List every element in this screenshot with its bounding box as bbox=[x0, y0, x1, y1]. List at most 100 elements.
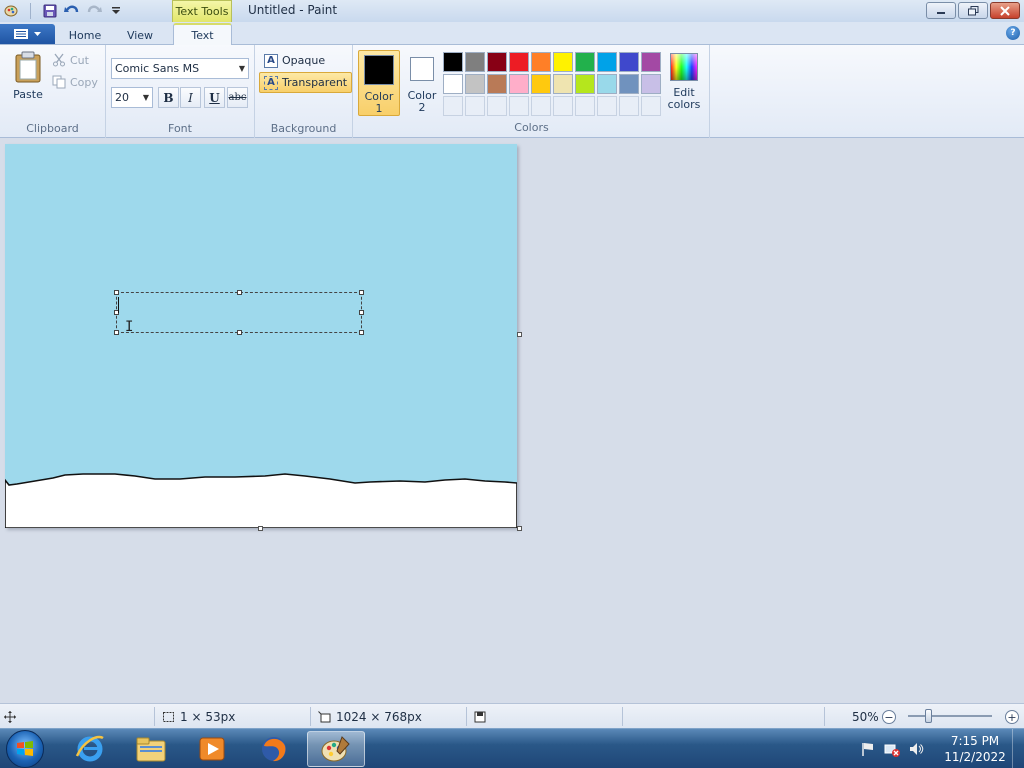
color1-button[interactable]: Color 1 bbox=[358, 50, 400, 116]
custom-color-slot[interactable] bbox=[465, 96, 485, 116]
palette-swatch[interactable] bbox=[487, 52, 507, 72]
palette-swatch[interactable] bbox=[509, 74, 529, 94]
palette-swatch[interactable] bbox=[597, 52, 617, 72]
custom-color-slot[interactable] bbox=[443, 96, 463, 116]
resize-handle-nw[interactable] bbox=[114, 290, 119, 295]
network-disconnected-icon[interactable] bbox=[884, 741, 900, 757]
palette-swatch[interactable] bbox=[531, 74, 551, 94]
undo-icon[interactable] bbox=[63, 2, 81, 20]
cut-button[interactable]: Cut bbox=[52, 53, 89, 67]
qat-divider bbox=[30, 3, 31, 19]
palette-swatch[interactable] bbox=[443, 52, 463, 72]
tab-home[interactable]: Home bbox=[62, 26, 108, 45]
file-explorer-icon bbox=[136, 737, 166, 762]
zoom-slider-track[interactable] bbox=[908, 715, 992, 717]
custom-color-slot[interactable] bbox=[553, 96, 573, 116]
text-input-box[interactable] bbox=[114, 290, 364, 335]
help-icon[interactable]: ? bbox=[1006, 26, 1020, 40]
palette-swatch[interactable] bbox=[465, 74, 485, 94]
palette-swatch[interactable] bbox=[597, 74, 617, 94]
redo-icon[interactable] bbox=[85, 2, 103, 20]
customize-qat-icon[interactable] bbox=[107, 2, 125, 20]
taskbar-file-explorer[interactable] bbox=[122, 731, 180, 767]
paste-button[interactable]: Paste bbox=[8, 51, 48, 109]
edit-colors-button[interactable]: Edit colors bbox=[664, 50, 704, 116]
close-button[interactable] bbox=[990, 2, 1020, 19]
action-center-flag-icon[interactable] bbox=[860, 741, 876, 757]
custom-color-slot[interactable] bbox=[531, 96, 551, 116]
transparent-label: Transparent bbox=[282, 76, 348, 89]
palette-swatch[interactable] bbox=[531, 52, 551, 72]
volume-icon[interactable] bbox=[908, 741, 924, 757]
strikethrough-button[interactable]: abc bbox=[227, 87, 248, 108]
tab-text[interactable]: Text bbox=[173, 23, 232, 46]
palette-swatch[interactable] bbox=[443, 74, 463, 94]
title-bar: Text Tools Untitled - Paint bbox=[0, 0, 1024, 22]
palette-swatch[interactable] bbox=[553, 52, 573, 72]
resize-handle-se[interactable] bbox=[359, 330, 364, 335]
minimize-button[interactable] bbox=[926, 2, 956, 19]
chevron-down-icon: ▼ bbox=[238, 64, 245, 73]
zoom-level-segment: 50% bbox=[852, 704, 879, 729]
transparent-option[interactable]: A Transparent bbox=[259, 72, 353, 93]
status-divider bbox=[622, 707, 623, 726]
custom-color-slot[interactable] bbox=[575, 96, 595, 116]
paint-menu-button[interactable] bbox=[0, 24, 55, 44]
resize-handle-ne[interactable] bbox=[359, 290, 364, 295]
copy-button[interactable]: Copy bbox=[52, 75, 98, 89]
text-tools-context-label: Text Tools bbox=[172, 0, 232, 22]
show-desktop-button[interactable] bbox=[1012, 729, 1024, 768]
zoom-slider-thumb[interactable] bbox=[925, 709, 932, 723]
custom-color-slot[interactable] bbox=[487, 96, 507, 116]
start-button[interactable] bbox=[6, 730, 44, 768]
paint-icon bbox=[321, 736, 350, 762]
tab-view[interactable]: View bbox=[118, 26, 162, 45]
color1-swatch bbox=[364, 55, 394, 85]
palette-swatch[interactable] bbox=[575, 52, 595, 72]
bold-button[interactable]: B bbox=[158, 87, 179, 108]
canvas-resize-handle-right[interactable] bbox=[517, 332, 522, 337]
custom-color-slot[interactable] bbox=[619, 96, 639, 116]
restore-button[interactable] bbox=[958, 2, 988, 19]
palette-swatch[interactable] bbox=[619, 74, 639, 94]
drawing-canvas[interactable]: I bbox=[5, 144, 517, 528]
taskbar-firefox[interactable] bbox=[245, 731, 303, 767]
palette-swatch[interactable] bbox=[575, 74, 595, 94]
resize-handle-n[interactable] bbox=[237, 290, 242, 295]
palette-swatch[interactable] bbox=[619, 52, 639, 72]
palette-swatch[interactable] bbox=[487, 74, 507, 94]
palette-swatch[interactable] bbox=[465, 52, 485, 72]
clock-date: 11/2/2022 bbox=[944, 750, 1006, 764]
system-clock[interactable]: 7:15 PM 11/2/2022 bbox=[940, 733, 1010, 765]
selection-size-segment: 1 × 53px bbox=[162, 704, 235, 729]
underline-button[interactable]: U bbox=[204, 87, 225, 108]
canvas-resize-handle-bottom[interactable] bbox=[258, 526, 263, 531]
custom-color-slot[interactable] bbox=[597, 96, 617, 116]
opaque-icon: A bbox=[264, 53, 278, 68]
resize-handle-e[interactable] bbox=[359, 310, 364, 315]
taskbar-internet-explorer[interactable] bbox=[61, 731, 119, 767]
font-size-dropdown[interactable]: 20 ▼ bbox=[111, 87, 153, 108]
palette-swatch[interactable] bbox=[641, 52, 661, 72]
custom-color-slot[interactable] bbox=[641, 96, 661, 116]
color2-button[interactable]: Color 2 bbox=[401, 50, 443, 116]
paint-app-icon[interactable] bbox=[2, 2, 20, 20]
opaque-option[interactable]: A Opaque bbox=[259, 50, 330, 71]
palette-swatch[interactable] bbox=[553, 74, 573, 94]
palette-swatch[interactable] bbox=[509, 52, 529, 72]
save-icon[interactable] bbox=[41, 2, 59, 20]
window-controls bbox=[926, 2, 1020, 19]
resize-handle-s[interactable] bbox=[237, 330, 242, 335]
palette-swatch[interactable] bbox=[641, 74, 661, 94]
taskbar-paint[interactable] bbox=[307, 731, 365, 767]
custom-color-slot[interactable] bbox=[509, 96, 529, 116]
canvas-resize-handle-corner[interactable] bbox=[517, 526, 522, 531]
resize-handle-sw[interactable] bbox=[114, 330, 119, 335]
font-family-dropdown[interactable]: Comic Sans MS ▼ bbox=[111, 58, 249, 79]
italic-button[interactable]: I bbox=[180, 87, 201, 108]
taskbar-media-player[interactable] bbox=[183, 731, 241, 767]
zoom-out-button[interactable]: − bbox=[882, 710, 896, 724]
ribbon: Paste Cut Copy Clipboard Comic Sans MS ▼… bbox=[0, 45, 1024, 138]
canvas-workspace[interactable]: I bbox=[0, 138, 1024, 703]
zoom-in-button[interactable]: + bbox=[1005, 710, 1019, 724]
